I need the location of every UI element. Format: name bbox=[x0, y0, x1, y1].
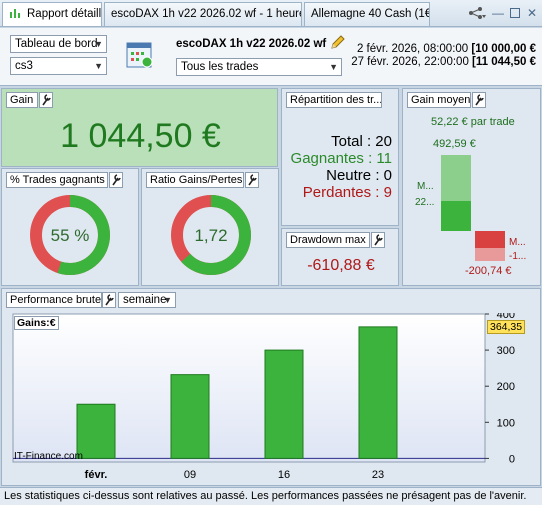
watermark: IT-Finance.com bbox=[14, 451, 83, 462]
period-end: 27 févr. 2026, 22:00:00 [11 044,50 € bbox=[351, 56, 536, 68]
period-start: 2 févr. 2026, 08:00:00 [10 000,00 € bbox=[357, 43, 536, 55]
profile-select[interactable]: cs3 ▼ bbox=[10, 57, 107, 75]
average-per-trade-value: 52,22 € par trade bbox=[431, 116, 515, 128]
strategy-title: escoDAX 1h v22 2026.02 wf bbox=[176, 38, 327, 50]
tab-bar: Rapport détaillé escoDAX 1h v22 2026.02 … bbox=[0, 0, 542, 27]
average-win-value: 492,59 € bbox=[433, 138, 476, 150]
bar bbox=[264, 349, 304, 459]
winning-trades: Gagnantes : 11 bbox=[290, 150, 392, 167]
x-tick-label: 09 bbox=[184, 469, 196, 481]
edit-icon[interactable] bbox=[330, 34, 346, 50]
neutral-trades: Neutre : 0 bbox=[326, 167, 392, 184]
minimize-icon[interactable]: — bbox=[492, 7, 504, 19]
report-icon bbox=[10, 9, 20, 18]
series-legend-label: Gains: bbox=[17, 317, 50, 329]
losing-trades: Perdantes : 9 bbox=[302, 184, 392, 201]
tab-label: Rapport détaillé bbox=[27, 8, 102, 20]
win-bar-label-2: 22... bbox=[415, 197, 435, 208]
average-win-bar bbox=[441, 155, 471, 231]
win-bar-label-1: M... bbox=[417, 181, 434, 192]
trades-gagnants-value: 55 % bbox=[50, 226, 90, 245]
chevron-down-icon: ▼ bbox=[94, 39, 103, 49]
tab-strategy[interactable]: escoDAX 1h v22 2026.02 wf - 1 heure bbox=[104, 2, 302, 26]
drawdown-value: -610,88 € bbox=[307, 257, 375, 274]
tab-label: Allemagne 40 Cash (1€) bbox=[311, 8, 430, 20]
series-legend: Gains:€ bbox=[14, 316, 59, 330]
y-tick-label: 0 bbox=[509, 453, 515, 465]
gain-title: Gain bbox=[6, 92, 38, 108]
close-icon[interactable]: ✕ bbox=[526, 7, 538, 19]
disclaimer-footer: Les statistiques ci-dessus sont relative… bbox=[0, 487, 542, 505]
view-select-value: Tableau de bord bbox=[15, 38, 98, 50]
total-trades: Total : 20 bbox=[331, 133, 392, 150]
period-select[interactable]: semaine ▼ bbox=[118, 292, 176, 308]
wrench-icon[interactable] bbox=[245, 172, 259, 188]
ratio-title: Ratio Gains/Pertes bbox=[146, 172, 244, 188]
average-loss-bar bbox=[475, 231, 505, 261]
series-legend-unit: € bbox=[49, 317, 56, 329]
loss-bar-label-1: M... bbox=[509, 237, 526, 248]
end-date: 27 févr. 2026, 22:00:00 bbox=[351, 56, 469, 68]
chevron-down-icon: ▼ bbox=[329, 62, 338, 72]
y-tick-label: 200 bbox=[497, 381, 515, 393]
start-capital: [10 000,00 € bbox=[471, 43, 536, 55]
bar bbox=[170, 374, 210, 459]
trades-filter-value: Tous les trades bbox=[181, 61, 259, 73]
average-loss-bar-max bbox=[475, 247, 505, 261]
share-icon[interactable] bbox=[468, 6, 486, 20]
period-select-value: semaine bbox=[123, 294, 167, 306]
repartition-title: Répartition des tr... bbox=[286, 92, 382, 108]
drawdown-panel: Drawdown max -610,88 € bbox=[281, 228, 399, 286]
view-select[interactable]: Tableau de bord ▼ bbox=[10, 35, 107, 53]
strategy-icon bbox=[126, 42, 153, 68]
last-value-label: 364,35 bbox=[487, 319, 526, 334]
end-capital: [11 044,50 € bbox=[472, 56, 536, 68]
ratio-panel: Ratio Gains/Pertes 1,72 bbox=[141, 168, 279, 286]
tab-label: escoDAX 1h v22 2026.02 wf - 1 heure bbox=[111, 8, 302, 20]
repartition-panel: Répartition des tr... Total : 20 Gagnant… bbox=[281, 88, 399, 226]
wrench-icon[interactable] bbox=[472, 92, 486, 108]
average-loss-value: -200,74 € bbox=[465, 265, 512, 277]
wrench-icon[interactable] bbox=[371, 232, 385, 248]
y-tick-label: 100 bbox=[497, 417, 515, 429]
performance-title: Performance brute bbox=[6, 292, 102, 308]
x-tick-label: févr. bbox=[85, 469, 108, 481]
trades-gagnants-panel: % Trades gagnants 55 % bbox=[1, 168, 139, 286]
window-controls: — ✕ bbox=[468, 5, 538, 21]
performance-chart: 0100200300400 févr. 09 16 23 bbox=[12, 313, 515, 481]
wrench-icon[interactable] bbox=[39, 92, 53, 108]
chevron-down-icon: ▼ bbox=[94, 61, 103, 71]
tab-instrument[interactable]: Allemagne 40 Cash (1€) bbox=[304, 2, 430, 26]
average-loss-bar-mean bbox=[475, 231, 505, 248]
gain-panel: Gain 1 044,50 € bbox=[1, 88, 278, 167]
gain-moyen-panel: Gain moyen 52,22 € par trade 492,59 € M.… bbox=[402, 88, 541, 286]
bar bbox=[358, 326, 398, 459]
start-date: 2 févr. 2026, 08:00:00 bbox=[356, 43, 469, 55]
x-tick-label: 16 bbox=[278, 469, 290, 481]
average-per-trade: 52,22 € par trade bbox=[431, 116, 515, 128]
wrench-icon[interactable] bbox=[102, 292, 116, 308]
maximize-icon[interactable] bbox=[510, 8, 520, 18]
gain-moyen-title: Gain moyen bbox=[407, 92, 471, 108]
chevron-down-icon: ▼ bbox=[163, 295, 172, 305]
gain-value: 1 044,50 € bbox=[60, 117, 221, 155]
trades-gagnants-title: % Trades gagnants bbox=[6, 172, 108, 188]
y-tick-label: 300 bbox=[497, 345, 515, 357]
wrench-icon[interactable] bbox=[109, 172, 123, 188]
average-win-bar-mean bbox=[441, 200, 471, 231]
drawdown-title: Drawdown max bbox=[286, 232, 370, 248]
x-tick-label: 23 bbox=[372, 469, 384, 481]
header: Tableau de bord ▼ cs3 ▼ escoDAX 1h v22 202… bbox=[0, 28, 542, 86]
average-win-bar-max bbox=[441, 155, 471, 201]
loss-bar-label-2: -1... bbox=[509, 251, 527, 262]
trades-filter-select[interactable]: Tous les trades ▼ bbox=[176, 58, 342, 76]
tab-rapport-detaille[interactable]: Rapport détaillé bbox=[2, 2, 102, 26]
profile-select-value: cs3 bbox=[15, 60, 33, 72]
performance-panel: Performance brute semaine ▼ 0 100 200 300 400… bbox=[1, 288, 541, 486]
ratio-value: 1,72 bbox=[194, 226, 228, 245]
